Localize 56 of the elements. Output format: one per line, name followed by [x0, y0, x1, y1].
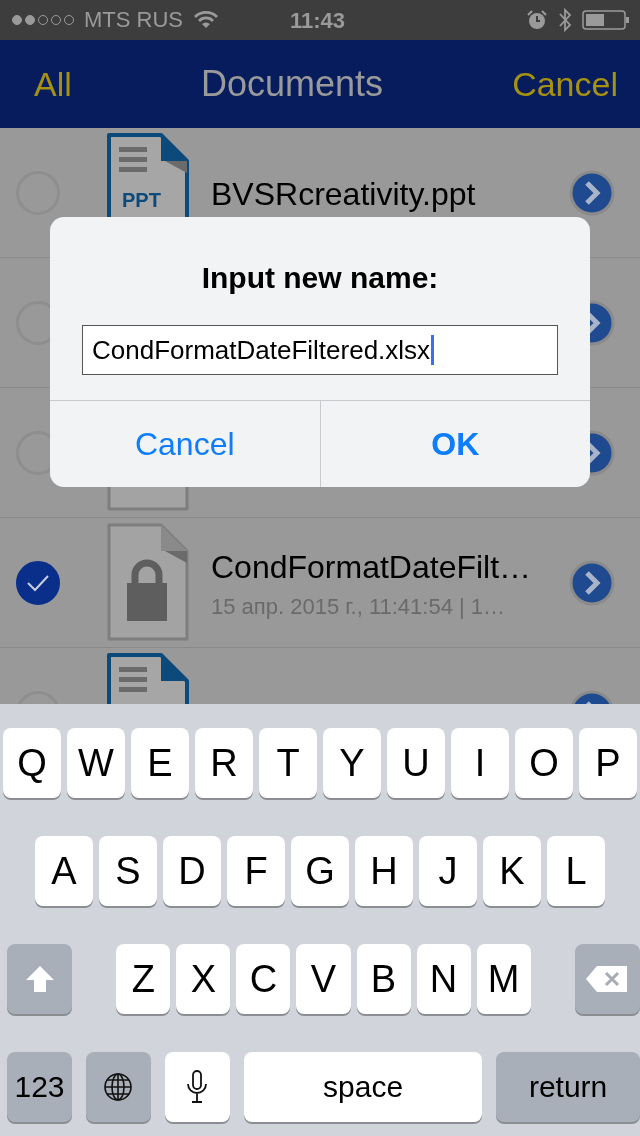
- chevron-button-icon[interactable]: [569, 169, 615, 216]
- keyboard-key[interactable]: U: [387, 728, 445, 798]
- keyboard-key[interactable]: M: [476, 944, 531, 1014]
- name-input-field[interactable]: CondFormatDateFiltered.xlsx: [82, 325, 558, 375]
- keyboard-key[interactable]: Y: [323, 728, 381, 798]
- backspace-icon: [585, 964, 630, 994]
- keyboard-key[interactable]: P: [579, 728, 637, 798]
- clock-time: 11:43: [290, 8, 346, 34]
- dictation-key[interactable]: [164, 1052, 230, 1122]
- keyboard-key[interactable]: F: [227, 836, 285, 906]
- backspace-key[interactable]: [574, 944, 640, 1014]
- ok-button[interactable]: OK: [319, 401, 590, 487]
- keyboard-key[interactable]: S: [99, 836, 157, 906]
- return-key[interactable]: return: [496, 1052, 640, 1122]
- keyboard-key[interactable]: O: [515, 728, 573, 798]
- keyboard-key[interactable]: Q: [3, 728, 61, 798]
- space-key[interactable]: space: [243, 1052, 483, 1122]
- keyboard-key[interactable]: C: [236, 944, 291, 1014]
- carrier-name: MTS RUS: [84, 7, 183, 33]
- keyboard-key[interactable]: B: [356, 944, 411, 1014]
- globe-icon: [103, 1072, 134, 1102]
- keyboard-key[interactable]: J: [419, 836, 477, 906]
- keyboard-key[interactable]: A: [35, 836, 93, 906]
- keyboard-key[interactable]: G: [291, 836, 349, 906]
- all-button[interactable]: All: [26, 60, 80, 108]
- globe-key[interactable]: [86, 1052, 151, 1122]
- locked-file-icon: [105, 522, 189, 643]
- battery-icon: [582, 9, 630, 31]
- keyboard-key[interactable]: D: [163, 836, 221, 906]
- keyboard-key[interactable]: N: [416, 944, 471, 1014]
- select-circle[interactable]: [16, 560, 60, 605]
- keyboard-key[interactable]: L: [547, 836, 605, 906]
- wifi-icon: [193, 10, 219, 30]
- bluetooth-icon: [558, 7, 572, 33]
- alarm-icon: [526, 9, 548, 31]
- keyboard-key[interactable]: I: [451, 728, 509, 798]
- keyboard-key[interactable]: X: [176, 944, 231, 1014]
- cancel-button[interactable]: Cancel: [50, 401, 320, 487]
- file-name: BVSRcreativity.ppt: [211, 176, 477, 213]
- file-type-label: PPT: [122, 188, 161, 212]
- file-name: CondFormatDateFilt…: [211, 549, 533, 586]
- numbers-key[interactable]: 123: [7, 1052, 72, 1122]
- keyboard-key[interactable]: H: [355, 836, 413, 906]
- keyboard-key[interactable]: Z: [116, 944, 171, 1014]
- dialog-title: Input new name:: [201, 261, 439, 295]
- microphone-icon: [186, 1070, 209, 1104]
- shift-key[interactable]: [7, 944, 73, 1014]
- keyboard-key[interactable]: K: [483, 836, 541, 906]
- chevron-button-icon[interactable]: [569, 559, 615, 606]
- cancel-button[interactable]: Cancel: [504, 60, 626, 108]
- screen-title: Documents: [200, 63, 383, 105]
- keyboard-key[interactable]: T: [259, 728, 317, 798]
- keyboard-key[interactable]: W: [67, 728, 125, 798]
- keyboard-key[interactable]: E: [131, 728, 189, 798]
- keyboard-key[interactable]: R: [195, 728, 253, 798]
- keyboard-key[interactable]: V: [296, 944, 351, 1014]
